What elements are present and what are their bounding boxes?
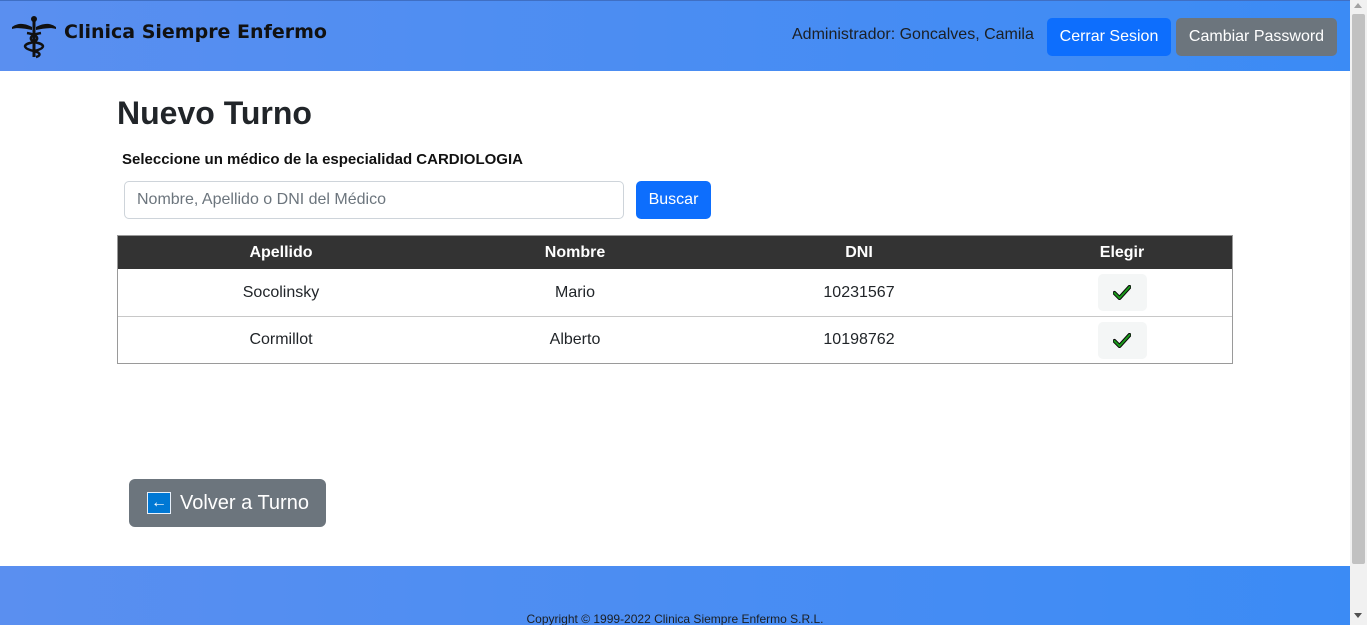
- table-row: Cormillot Alberto 10198762: [118, 316, 1232, 363]
- check-icon: [1113, 332, 1131, 348]
- column-header-elegir: Elegir: [1099, 243, 1145, 261]
- change-password-button[interactable]: Cambiar Password: [1176, 18, 1337, 56]
- brand[interactable]: [10, 15, 58, 59]
- cell-apellido: Socolinsky: [242, 283, 320, 301]
- doctor-search-input[interactable]: [124, 181, 624, 219]
- column-header-apellido: Apellido: [249, 243, 313, 261]
- cell-elegir: [1012, 317, 1232, 363]
- footer: Copyright © 1999-2022 Clinica Siempre En…: [0, 566, 1350, 625]
- table-body: Socolinsky Mario 10231567 Cormillot Albe…: [118, 269, 1232, 363]
- table-header: Apellido Nombre DNI Elegir: [118, 236, 1232, 269]
- cell-nombre: Mario: [554, 283, 595, 301]
- check-icon: [1113, 285, 1131, 300]
- left-arrow-icon: ←: [147, 492, 171, 514]
- select-doctor-button[interactable]: [1097, 321, 1147, 359]
- admin-user-label: Administrador: Goncalves, Camila: [792, 26, 1034, 43]
- search-button[interactable]: Buscar: [636, 181, 711, 219]
- logout-button[interactable]: Cerrar Sesion: [1047, 18, 1171, 56]
- table-row: Socolinsky Mario 10231567: [118, 269, 1232, 316]
- page-title: Nuevo Turno: [117, 95, 312, 131]
- cell-dni: 10198762: [823, 331, 895, 348]
- cell-nombre: Alberto: [549, 331, 601, 348]
- column-header-nombre: Nombre: [544, 243, 606, 261]
- vertical-scrollbar[interactable]: [1350, 0, 1367, 625]
- top-navbar: Clinica Siempre Enfermo Administrador: G…: [0, 0, 1350, 71]
- scrollbar-thumb[interactable]: [1352, 14, 1365, 564]
- cell-elegir: [1012, 269, 1232, 316]
- doctors-table: Apellido Nombre DNI Elegir Socolinsky Ma…: [117, 235, 1233, 364]
- back-to-turno-button[interactable]: ← Volver a Turno: [129, 479, 326, 527]
- brand-title[interactable]: Clinica Siempre Enfermo: [64, 21, 327, 43]
- specialty-instruction-label: Seleccione un médico de la especialidad …: [122, 151, 523, 168]
- back-button-label: Volver a Turno: [180, 491, 309, 514]
- cell-dni: 10231567: [823, 283, 895, 301]
- select-doctor-button[interactable]: [1097, 274, 1147, 311]
- caduceus-icon: [12, 16, 56, 59]
- cell-apellido: Cormillot: [249, 331, 313, 348]
- column-header-dni: DNI: [845, 243, 873, 261]
- scroll-up-arrow-icon[interactable]: [1354, 3, 1362, 8]
- scroll-down-arrow-icon[interactable]: [1354, 613, 1362, 618]
- copyright-text: Copyright © 1999-2022 Clinica Siempre En…: [526, 612, 824, 625]
